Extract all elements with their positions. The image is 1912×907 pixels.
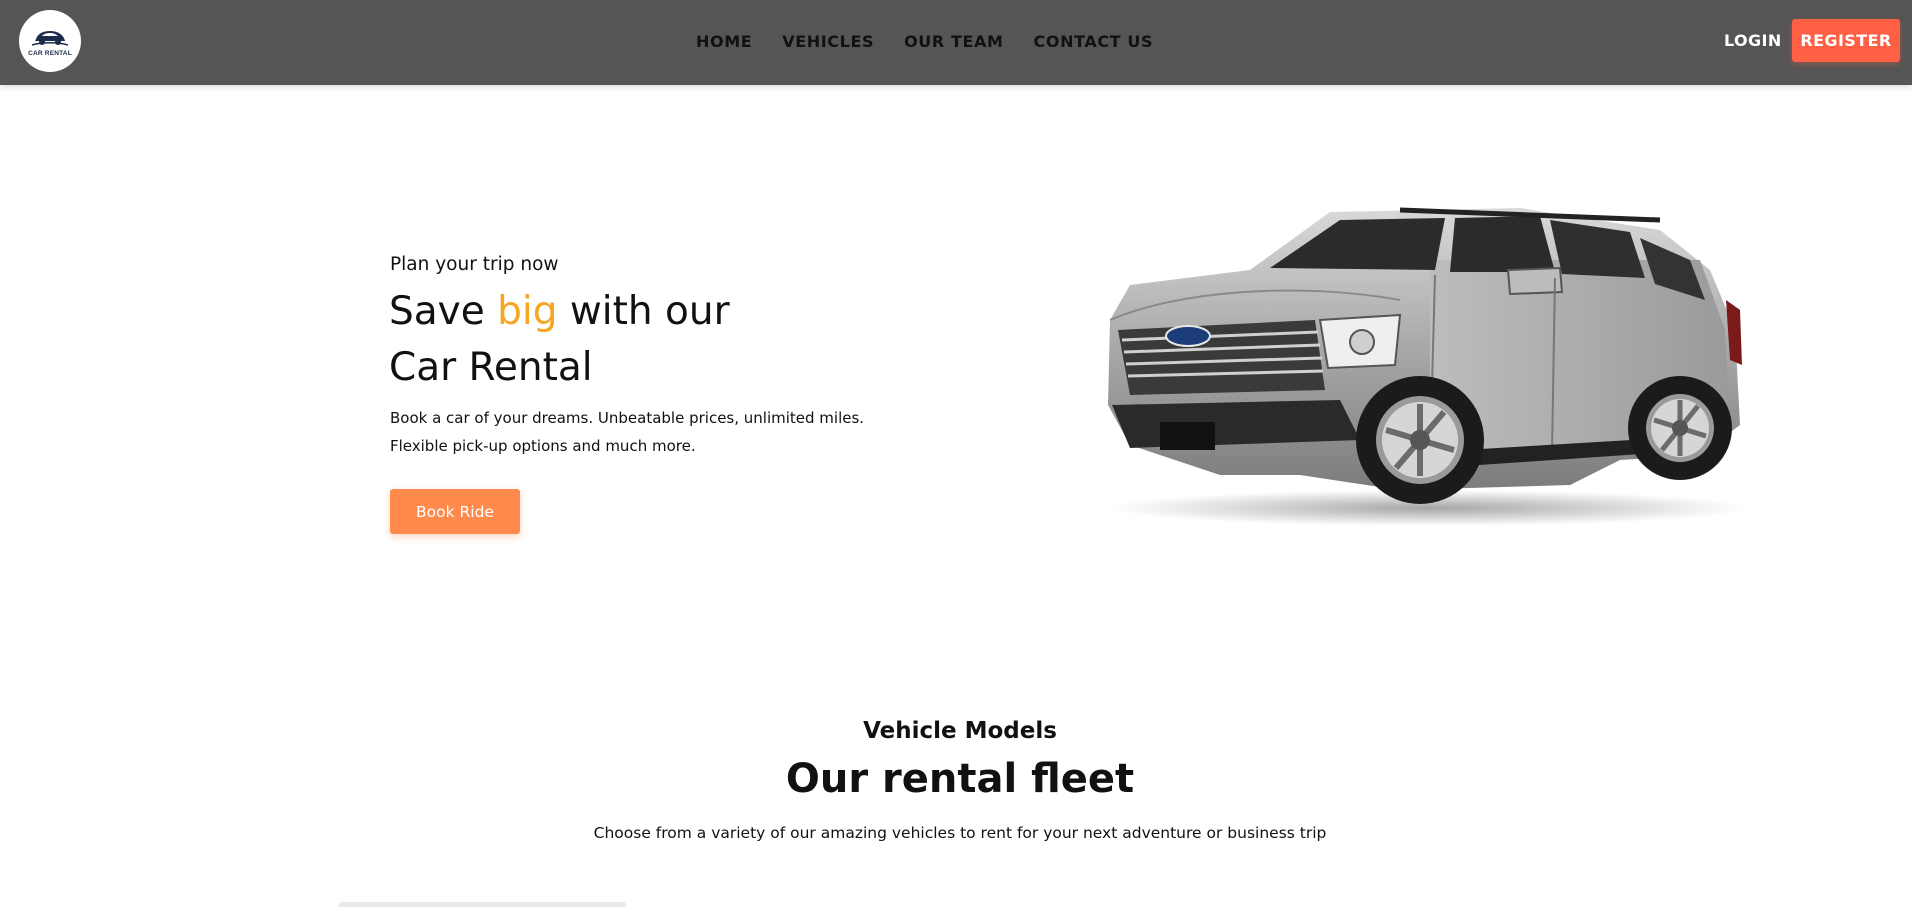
hero-title-line2: Car Rental [389, 345, 593, 390]
hero-description-line1: Book a car of your dreams. Unbeatable pr… [390, 409, 865, 427]
nav-link-contact-us[interactable]: CONTACT US [1034, 32, 1154, 51]
main-nav: HOME VEHICLES OUR TEAM CONTACT US [696, 0, 1153, 82]
navbar: CAR RENTAL HOME VEHICLES OUR TEAM CONTAC… [0, 0, 1912, 85]
hero-title: Save big with our Car Rental [389, 284, 889, 396]
login-link[interactable]: LOGIN [1724, 31, 1782, 50]
hero-description-line2: Flexible pick-up options and much more. [390, 437, 696, 455]
vehicle-list-item[interactable] [339, 902, 626, 907]
car-logo-icon [31, 31, 69, 46]
nav-link-vehicles[interactable]: VEHICLES [782, 32, 874, 51]
fleet-subtitle: Vehicle Models [863, 718, 1057, 744]
fleet-description: Choose from a variety of our amazing veh… [593, 824, 1327, 842]
hero-title-accent: big [497, 289, 558, 334]
register-button[interactable]: REGISTER [1792, 19, 1900, 62]
brand-logo[interactable]: CAR RENTAL [19, 10, 81, 72]
hero-description: Book a car of your dreams. Unbeatable pr… [390, 404, 870, 460]
nav-link-home[interactable]: HOME [696, 32, 752, 51]
hero-subtitle: Plan your trip now [390, 254, 559, 275]
fleet-title: Our rental fleet [785, 756, 1135, 802]
logo-text: CAR RENTAL [28, 50, 72, 57]
silver-suv-image [1108, 207, 1750, 526]
hero-title-part1: Save [389, 289, 498, 334]
nav-link-our-team[interactable]: OUR TEAM [904, 32, 1003, 51]
hero-title-part2: with our [557, 289, 730, 334]
book-ride-button[interactable]: Book Ride [390, 489, 520, 534]
